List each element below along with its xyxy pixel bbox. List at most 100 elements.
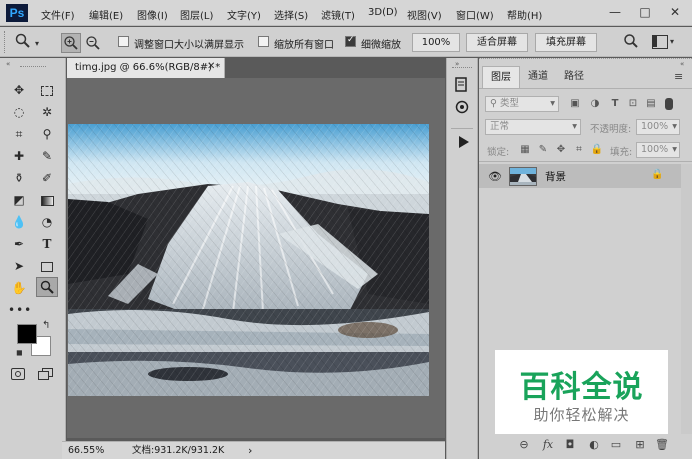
zoom-tool-icon[interactable] — [36, 277, 58, 297]
brush-tool-icon[interactable]: ✎ — [36, 146, 58, 166]
lasso-tool-icon[interactable]: ◌ — [8, 102, 30, 122]
new-group-icon[interactable]: ▭ — [606, 436, 626, 454]
layers-scrollbar[interactable] — [681, 164, 692, 434]
menu-help[interactable]: 帮助(H) — [507, 7, 542, 22]
quick-mask-icon[interactable] — [11, 368, 25, 380]
type-tool-icon[interactable]: T — [36, 234, 58, 254]
layer-lock-icon: 🔒 — [651, 169, 664, 180]
pen-tool-icon[interactable]: ✒ — [8, 234, 30, 254]
gradient-tool-icon[interactable] — [36, 190, 58, 210]
menu-type[interactable]: 文字(Y) — [227, 7, 261, 22]
add-mask-icon[interactable]: ◘ — [560, 436, 580, 454]
swap-colors-icon[interactable]: ↰ — [42, 320, 50, 331]
document-canvas-image[interactable] — [68, 124, 429, 396]
menu-layer[interactable]: 图层(L) — [180, 7, 213, 22]
eraser-tool-icon[interactable]: ◩ — [8, 190, 30, 210]
dodge-tool-icon[interactable]: ◔ — [36, 212, 58, 232]
zoom-100-button[interactable]: 100% — [412, 33, 460, 52]
zoom-all-windows-checkbox[interactable] — [258, 36, 269, 47]
filter-toggle-icon[interactable] — [665, 98, 673, 110]
filter-shape-icon[interactable]: ⊡ — [626, 97, 640, 111]
more-tools-icon[interactable]: ••• — [8, 300, 31, 320]
layer-style-icon[interactable]: fx — [538, 436, 558, 454]
lock-position-icon[interactable]: ✥ — [554, 143, 568, 157]
eyedropper-tool-icon[interactable]: ⚲ — [36, 124, 58, 144]
delete-layer-icon[interactable]: 🗑 — [652, 436, 672, 454]
layer-name[interactable]: 背景 — [545, 169, 566, 184]
lock-transparent-icon[interactable]: ▦ — [518, 143, 532, 157]
close-document-icon[interactable]: ✕ — [207, 61, 215, 72]
zoom-level-field[interactable]: 66.55% — [68, 442, 104, 459]
menu-file[interactable]: 文件(F) — [41, 7, 75, 22]
clone-stamp-tool-icon[interactable]: ⚱ — [8, 168, 30, 188]
fill-screen-button[interactable]: 填充屏幕 — [535, 33, 597, 52]
magic-wand-tool-icon[interactable]: ✲ — [36, 102, 58, 122]
history-brush-tool-icon[interactable]: ✐ — [36, 168, 58, 188]
workspace-icon[interactable] — [652, 35, 668, 49]
zoom-tool-preset-icon[interactable] — [14, 33, 32, 50]
status-menu-arrow-icon[interactable]: › — [248, 442, 252, 459]
lock-all-icon[interactable]: 🔒 — [590, 143, 604, 157]
lock-artboard-icon[interactable]: ⌗ — [572, 143, 586, 157]
layers-panel-grip[interactable] — [479, 58, 692, 66]
history-panel-icon[interactable] — [455, 77, 469, 93]
screen-mode-icon[interactable] — [38, 368, 54, 380]
workspace-chevron-icon[interactable]: ▾ — [670, 37, 674, 46]
foreground-color-swatch[interactable] — [17, 324, 37, 344]
tab-layers[interactable]: 图层 — [482, 66, 520, 88]
fill-input[interactable]: 100% ▾ — [636, 142, 680, 158]
default-colors-icon[interactable]: ◼ — [16, 348, 23, 357]
tools-grip[interactable] — [20, 66, 46, 67]
menu-edit[interactable]: 编辑(E) — [89, 7, 123, 22]
maximize-button[interactable]: □ — [634, 3, 656, 21]
properties-panel-icon[interactable] — [455, 100, 469, 114]
lock-image-icon[interactable]: ✎ — [536, 143, 550, 157]
document-tab[interactable]: timg.jpg @ 66.6%(RGB/8#) * — [67, 58, 225, 78]
link-layers-icon[interactable]: ⊖ — [514, 436, 534, 454]
new-layer-icon[interactable]: ⊞ — [630, 436, 650, 454]
collapse-tools-icon[interactable]: « — [6, 60, 10, 68]
filter-adjustment-icon[interactable]: ◑ — [588, 97, 602, 111]
rectangle-tool-icon[interactable] — [36, 256, 58, 276]
options-grip[interactable] — [4, 31, 6, 53]
blur-tool-icon[interactable]: 💧 — [8, 212, 30, 232]
layer-filter-select[interactable]: ⚲ 类型 ▾ — [485, 96, 559, 112]
menu-select[interactable]: 选择(S) — [274, 7, 308, 22]
actions-play-icon[interactable] — [458, 136, 470, 148]
filter-pixel-icon[interactable]: ▣ — [568, 97, 582, 111]
healing-brush-tool-icon[interactable]: ✚ — [8, 146, 30, 166]
zoom-out-button[interactable] — [84, 34, 102, 52]
layer-filter-kind: 类型 — [500, 98, 520, 109]
minimize-button[interactable]: — — [604, 3, 626, 21]
menu-3d[interactable]: 3D(D) — [368, 7, 398, 18]
hand-tool-icon[interactable]: ✋ — [8, 278, 30, 298]
collapse-panel-icon[interactable]: « — [680, 60, 684, 68]
marquee-tool-icon[interactable] — [36, 80, 58, 100]
tab-paths[interactable]: 路径 — [556, 66, 592, 88]
chevron-down-icon[interactable]: ▾ — [35, 39, 39, 48]
scrubby-zoom-checkbox[interactable] — [345, 35, 356, 47]
panel-menu-icon[interactable]: ≡ — [674, 70, 683, 83]
fit-screen-button[interactable]: 适合屏幕 — [466, 33, 528, 52]
menu-filter[interactable]: 滤镜(T) — [321, 7, 355, 22]
dock-grip[interactable] — [452, 67, 472, 68]
close-window-button[interactable]: ✕ — [664, 3, 686, 21]
visibility-eye-icon[interactable]: 👁 — [488, 170, 502, 183]
adjustment-layer-icon[interactable]: ◐ — [584, 436, 604, 454]
resize-windows-checkbox[interactable] — [118, 36, 129, 47]
path-selection-tool-icon[interactable]: ➤ — [8, 256, 30, 276]
menu-window[interactable]: 窗口(W) — [456, 7, 494, 22]
menu-image[interactable]: 图像(I) — [137, 7, 168, 22]
tab-channels[interactable]: 通道 — [520, 66, 556, 88]
opacity-input[interactable]: 100% ▾ — [636, 119, 680, 135]
layers-list-divider — [479, 161, 692, 162]
filter-type-icon[interactable]: T — [608, 97, 622, 111]
move-tool-icon[interactable]: ✥ — [8, 80, 30, 100]
filter-smart-object-icon[interactable]: ▤ — [644, 97, 658, 111]
zoom-in-button[interactable] — [61, 33, 81, 53]
search-icon[interactable] — [622, 33, 640, 50]
layer-row-background[interactable]: 👁 背景 🔒 — [479, 164, 681, 188]
crop-tool-icon[interactable]: ⌗ — [8, 124, 30, 144]
blend-mode-select[interactable]: 正常 ▾ — [485, 119, 581, 135]
menu-view[interactable]: 视图(V) — [407, 7, 442, 22]
